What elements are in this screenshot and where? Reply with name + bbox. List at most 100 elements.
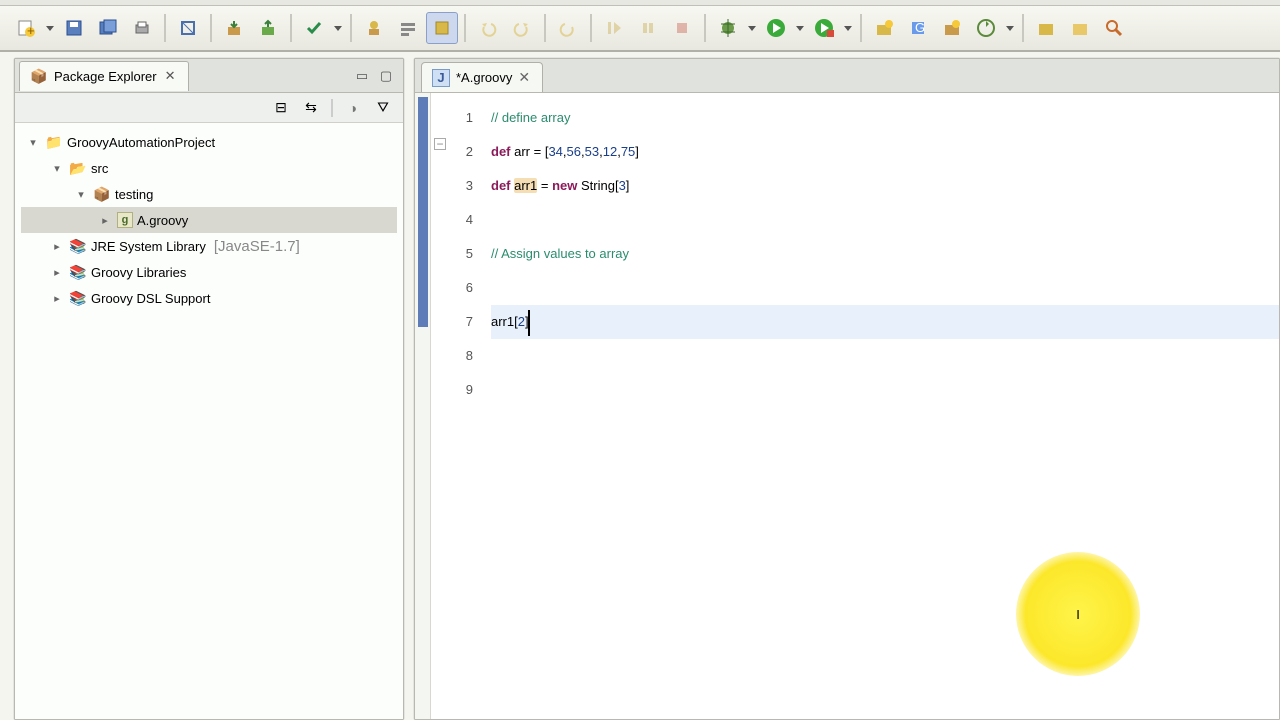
terminate-button[interactable] [666, 12, 698, 44]
open-type-button[interactable] [358, 12, 390, 44]
svg-text:+: + [27, 23, 35, 38]
line-number-gutter[interactable]: 123456789 [449, 93, 479, 719]
annotation-column[interactable]: − [431, 93, 449, 719]
tree-groovylib-row[interactable]: ▸ 📚 Groovy Libraries [21, 259, 397, 285]
library-icon: 📚 [69, 237, 87, 255]
code-line[interactable] [491, 203, 1279, 237]
close-icon[interactable]: ✕ [163, 68, 178, 84]
line-number[interactable]: 8 [449, 339, 473, 373]
view-menu-icon[interactable]: ⛛ [373, 98, 393, 118]
print-button[interactable] [126, 12, 158, 44]
twistie-icon[interactable]: ▸ [49, 240, 65, 253]
step-button[interactable] [552, 12, 584, 44]
new-dropdown[interactable] [44, 26, 56, 31]
groovydsl-label: Groovy DSL Support [91, 291, 210, 306]
open-task-button[interactable] [1030, 12, 1062, 44]
line-number[interactable]: 7 [449, 305, 473, 339]
import-button[interactable] [218, 12, 250, 44]
twistie-icon[interactable]: ▾ [25, 136, 41, 149]
new-package-button[interactable]: G [902, 12, 934, 44]
package-explorer-label: Package Explorer [54, 69, 157, 84]
main-toolbar: + G [0, 6, 1280, 52]
close-icon[interactable]: ✕ [518, 69, 530, 86]
tree-groovydsl-row[interactable]: ▸ 📚 Groovy DSL Support [21, 285, 397, 311]
twistie-icon[interactable]: ▸ [49, 266, 65, 279]
jre-badge: [JavaSE-1.7] [214, 238, 300, 255]
checkmark-button[interactable] [298, 12, 330, 44]
twistie-icon[interactable]: ▸ [97, 214, 113, 227]
line-number[interactable]: 4 [449, 203, 473, 237]
refresh-dropdown[interactable] [1004, 26, 1016, 31]
package-explorer-panel: 📦 Package Explorer ✕ ▭ ▢ ⊟ ⇆ ◑ ⛛ ▾ 📁 Gro… [14, 58, 404, 720]
build-button[interactable] [172, 12, 204, 44]
line-number[interactable]: 5 [449, 237, 473, 271]
save-button[interactable] [58, 12, 90, 44]
search-button[interactable] [1098, 12, 1130, 44]
run-last-button[interactable] [808, 12, 840, 44]
explorer-tabbar: 📦 Package Explorer ✕ ▭ ▢ [15, 59, 403, 93]
project-label: GroovyAutomationProject [67, 135, 215, 150]
link-editor-icon[interactable]: ⇆ [301, 98, 321, 118]
collapse-all-icon[interactable]: ⊟ [271, 98, 291, 118]
editor-tab[interactable]: J *A.groovy ✕ [421, 62, 543, 92]
groovy-file-icon: g [117, 212, 133, 228]
redo-button[interactable] [506, 12, 538, 44]
package-explorer-icon: 📦 [30, 67, 48, 85]
svg-text:G: G [915, 20, 925, 35]
twistie-icon[interactable]: ▾ [73, 188, 89, 201]
minimize-icon[interactable]: ▭ [353, 67, 371, 85]
focus-icon[interactable]: ◑ [343, 98, 363, 118]
code-editor[interactable]: − 123456789 // define arraydef arr = [34… [415, 93, 1279, 719]
line-number[interactable]: 9 [449, 373, 473, 407]
line-number[interactable]: 1 [449, 101, 473, 135]
editor-panel: J *A.groovy ✕ − 123456789 // define arra… [414, 58, 1280, 720]
run-last-dropdown[interactable] [842, 26, 854, 31]
code-line[interactable]: def arr = [34,56,53,12,75] [491, 135, 1279, 169]
line-number[interactable]: 6 [449, 271, 473, 305]
toggle-mark-button[interactable] [426, 12, 458, 44]
tree-file-row[interactable]: ▸ g A.groovy [21, 207, 397, 233]
checkmark-dropdown[interactable] [332, 26, 344, 31]
tree-project-row[interactable]: ▾ 📁 GroovyAutomationProject [21, 129, 397, 155]
suspend-button[interactable] [632, 12, 664, 44]
code-line[interactable]: // Assign values to array [491, 237, 1279, 271]
code-line[interactable] [491, 339, 1279, 373]
code-line[interactable] [491, 271, 1279, 305]
line-number[interactable]: 2 [449, 135, 473, 169]
src-label: src [91, 161, 108, 176]
fold-icon[interactable]: − [434, 138, 446, 150]
code-line[interactable]: // define array [491, 101, 1279, 135]
folder-icon: 📂 [69, 159, 87, 177]
line-number[interactable]: 3 [449, 169, 473, 203]
run-dropdown[interactable] [794, 26, 806, 31]
debug-button[interactable] [712, 12, 744, 44]
save-all-button[interactable] [92, 12, 124, 44]
twistie-icon[interactable]: ▾ [49, 162, 65, 175]
marker-ruler[interactable] [415, 93, 431, 719]
code-line[interactable]: def arr1 = new String[3] [491, 169, 1279, 203]
export-button[interactable] [252, 12, 284, 44]
code-area[interactable]: // define arraydef arr = [34,56,53,12,75… [479, 93, 1279, 719]
code-line[interactable] [491, 373, 1279, 407]
code-line[interactable]: arr1[2] [491, 305, 1279, 339]
resume-button[interactable] [598, 12, 630, 44]
refresh-button[interactable] [970, 12, 1002, 44]
project-tree[interactable]: ▾ 📁 GroovyAutomationProject ▾ 📂 src ▾ 📦 … [15, 123, 403, 719]
new-java-project-button[interactable] [868, 12, 900, 44]
undo-button[interactable] [472, 12, 504, 44]
tree-package-row[interactable]: ▾ 📦 testing [21, 181, 397, 207]
twistie-icon[interactable]: ▸ [49, 292, 65, 305]
new-class-button[interactable] [936, 12, 968, 44]
jre-label: JRE System Library [91, 239, 206, 254]
package-explorer-tab[interactable]: 📦 Package Explorer ✕ [19, 61, 189, 91]
open-project-button[interactable] [1064, 12, 1096, 44]
package-icon: 📦 [93, 185, 111, 203]
tree-jre-row[interactable]: ▸ 📚 JRE System Library [JavaSE-1.7] [21, 233, 397, 259]
new-button[interactable]: + [10, 12, 42, 44]
editor-tabbar: J *A.groovy ✕ [415, 59, 1279, 93]
tree-src-row[interactable]: ▾ 📂 src [21, 155, 397, 181]
debug-dropdown[interactable] [746, 26, 758, 31]
run-button[interactable] [760, 12, 792, 44]
toggle-breadcrumb-button[interactable] [392, 12, 424, 44]
maximize-icon[interactable]: ▢ [377, 67, 395, 85]
